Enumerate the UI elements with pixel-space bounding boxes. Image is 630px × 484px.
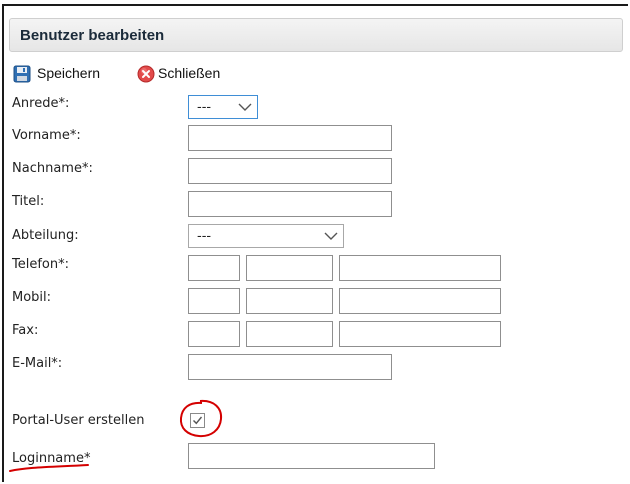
form-title: Benutzer bearbeiten [20,27,165,44]
nachname-field[interactable] [188,158,392,184]
fax-number-field[interactable] [339,321,501,347]
chevron-down-icon [324,229,338,247]
anrede-select[interactable]: --- [188,95,258,119]
vorname-label: Vorname*: [12,128,81,143]
vorname-field[interactable] [188,125,392,151]
abteilung-label: Abteilung: [12,228,79,243]
close-button[interactable]: Schließen [137,63,237,85]
red-x-circle-icon [137,65,155,87]
anrede-label: Anrede*: [12,96,70,111]
checkmark-icon [192,415,203,430]
mobil-number-field[interactable] [339,288,501,314]
telefon-area-code-field[interactable] [246,255,333,281]
portal-user-label: Portal-User erstellen [12,413,145,428]
telefon-number-field[interactable] [339,255,501,281]
email-field[interactable] [188,354,392,380]
save-label: Speichern [37,65,101,81]
portal-user-checkbox[interactable] [190,413,205,428]
save-button[interactable]: Speichern [13,63,125,85]
form-title-bar: Benutzer bearbeiten [9,18,623,52]
abteilung-selected-value: --- [197,229,212,244]
chevron-down-icon [238,100,252,118]
nachname-label: Nachname*: [12,161,93,176]
telefon-label: Telefon*: [12,257,69,272]
mobil-area-code-field[interactable] [246,288,333,314]
fax-area-code-field[interactable] [246,321,333,347]
loginname-field[interactable] [188,443,435,469]
mobil-label: Mobil: [12,290,52,305]
abteilung-select[interactable]: --- [188,224,344,248]
mobil-country-code-field[interactable] [188,288,240,314]
titel-field[interactable] [188,191,392,217]
floppy-disk-icon [13,65,31,87]
close-label: Schließen [158,65,221,81]
fax-label: Fax: [12,323,39,338]
email-label: E-Mail*: [12,356,63,371]
titel-label: Titel: [12,194,45,209]
fax-country-code-field[interactable] [188,321,240,347]
telefon-country-code-field[interactable] [188,255,240,281]
anrede-selected-value: --- [197,100,212,115]
loginname-label: Loginname* [12,451,91,466]
